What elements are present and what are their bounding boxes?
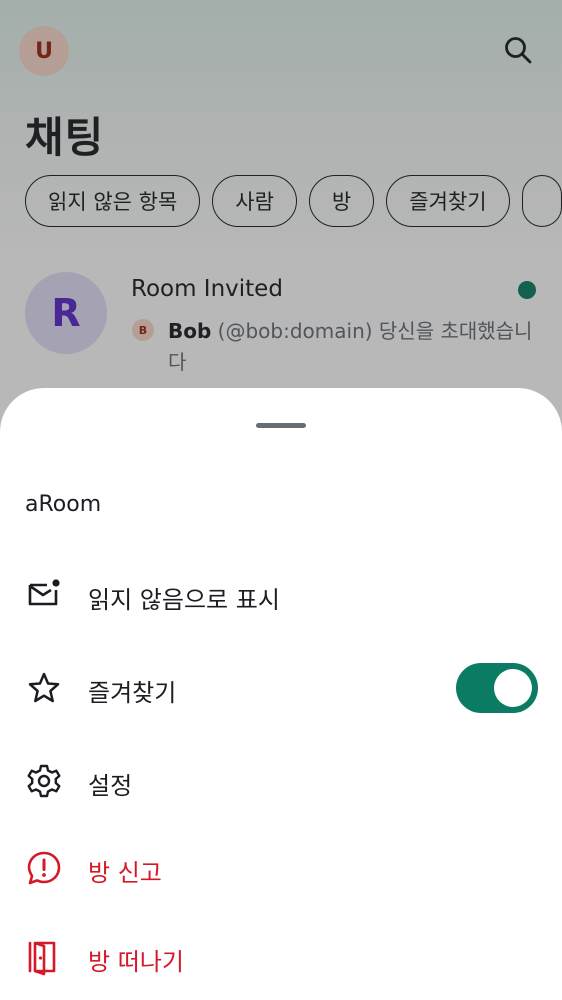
star-icon — [28, 672, 60, 703]
favourite-item[interactable]: 즐겨찾기 — [0, 651, 562, 727]
settings-gear-icon — [27, 764, 61, 798]
toggle-knob — [494, 669, 532, 707]
sheet-room-name: aRoom — [25, 492, 102, 517]
report-room-item[interactable]: 방 신고 — [0, 831, 562, 907]
leave-room-item[interactable]: 방 떠나기 — [0, 920, 562, 996]
mark-unread-label: 읽지 않음으로 표시 — [88, 586, 280, 614]
mark-unread-item[interactable]: 읽지 않음으로 표시 — [0, 558, 562, 634]
room-options-sheet: aRoom 읽지 않음으로 표시 즐겨찾기 설정 방 신고 방 떠나기 — [0, 388, 562, 1000]
favourite-label: 즐겨찾기 — [88, 679, 177, 707]
report-icon — [27, 851, 61, 885]
leave-room-label: 방 떠나기 — [88, 948, 184, 976]
mark-unread-icon — [28, 579, 60, 606]
settings-label: 설정 — [88, 772, 133, 800]
drag-handle[interactable] — [256, 423, 306, 428]
leave-door-icon — [28, 941, 56, 976]
report-room-label: 방 신고 — [88, 859, 162, 887]
settings-item[interactable]: 설정 — [0, 744, 562, 820]
favourite-toggle[interactable] — [456, 663, 538, 713]
